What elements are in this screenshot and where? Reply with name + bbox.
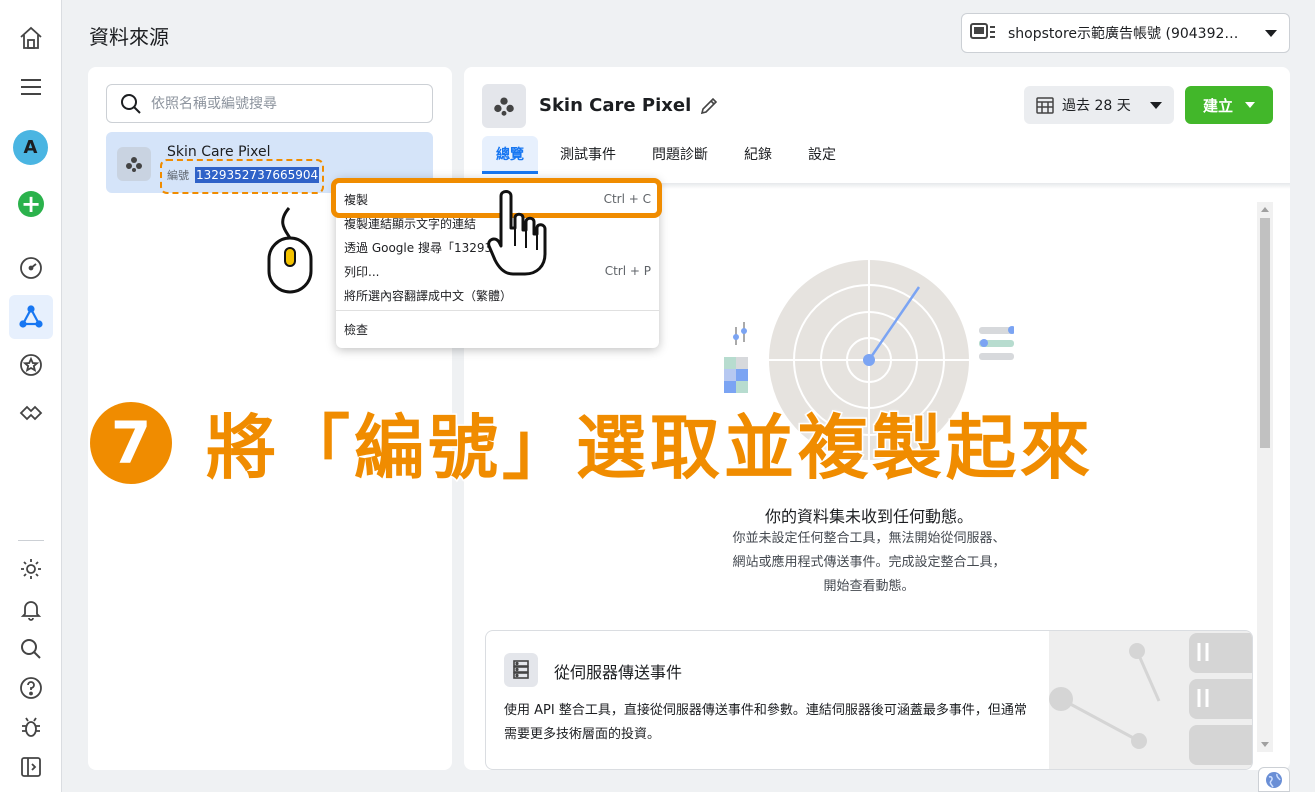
page-title: 資料來源 [89,25,169,49]
tab-history[interactable]: 紀錄 [730,136,786,174]
menu-item-label: 列印... [344,264,380,279]
pixel-name: Skin Care Pixel [167,144,271,160]
scrollbar[interactable] [1257,202,1273,752]
menu-divider [336,310,659,311]
create-label: 建立 [1202,96,1233,115]
pixel-icon [482,84,526,128]
search-box[interactable] [106,84,433,123]
search-icon[interactable] [14,632,48,666]
tab-overview[interactable]: 總覽 [482,136,538,174]
create-button[interactable]: 建立 [1185,86,1273,124]
scrollbar-thumb[interactable] [1260,218,1270,448]
search-icon [121,93,141,114]
instruction-text: 將「編號」選取並複製起來 [205,406,1094,491]
globe-icon[interactable] [1258,767,1290,792]
rail-divider [18,540,44,541]
empty-state-title: 你的資料集未收到任何動態。 [764,507,973,526]
calendar-icon [1036,97,1054,114]
chevron-down-icon [1245,102,1255,108]
menu-icon[interactable] [14,70,48,104]
sidebar-toggle-icon[interactable] [14,750,48,784]
server-icon [504,653,538,687]
left-navigation-rail: A + [0,0,62,792]
scroll-down-arrow[interactable] [1261,742,1269,747]
tab-settings[interactable]: 設定 [794,136,850,174]
server-illustration [1049,631,1252,769]
bell-icon[interactable] [14,592,48,626]
speedometer-icon[interactable] [14,251,48,285]
tab-diagnostics[interactable]: 問題診斷 [638,136,722,174]
avatar[interactable]: A [13,130,48,165]
create-plus-icon[interactable]: + [18,191,44,217]
context-menu-inspect[interactable]: 檢查 [344,318,651,340]
pixel-icon [117,147,151,181]
account-name: shopstore示範廣告帳號 (904392… [1008,26,1239,42]
pixel-id-highlight [160,159,324,194]
ad-account-icon [970,23,995,39]
pixel-title-row: Skin Care Pixel [539,95,719,116]
server-events-card[interactable]: 從伺服器傳送事件 使用 API 整合工具，直接從伺服器傳送事件和參數。連結伺服器… [485,630,1253,770]
date-range-button[interactable]: 過去 28 天 [1024,86,1174,124]
tab-bar: 總覽 測試事件 問題診斷 紀錄 設定 [482,136,858,174]
data-sources-icon[interactable] [9,295,53,339]
scroll-up-arrow[interactable] [1261,207,1269,212]
menu-item-label: 將所選內容翻譯成中文（繁體） [344,288,513,303]
tab-test-events[interactable]: 測試事件 [546,136,630,174]
account-selector[interactable]: shopstore示範廣告帳號 (904392… [961,13,1290,53]
mouse-click-icon [267,207,313,294]
step-number-badge: 7 [90,401,172,484]
context-menu-translate[interactable]: 將所選內容翻譯成中文（繁體） [344,284,651,306]
menu-item-label: 檢查 [344,322,369,337]
gear-icon[interactable] [14,552,48,586]
server-card-title: 從伺服器傳送事件 [554,663,683,682]
server-card-description: 使用 API 整合工具，直接從伺服器傳送事件和參數。連結伺服器後可涵蓋最多事件，… [504,703,1027,742]
empty-state-description: 你並未設定任何整合工具，無法開始從伺服器、網站或應用程式傳送事件。完成設定整合工… [732,531,1006,594]
chevron-down-icon [1150,101,1162,109]
hand-pointer-icon [487,190,547,276]
home-icon[interactable] [14,21,48,55]
date-range-label: 過去 28 天 [1062,98,1131,114]
menu-item-shortcut: Ctrl + P [604,264,651,278]
help-icon[interactable] [14,671,48,705]
search-input[interactable] [151,95,432,112]
instruction-step: 7 將「編號」選取並複製起來 [90,392,1094,493]
pixel-title: Skin Care Pixel [539,95,692,116]
bug-icon[interactable] [14,710,48,744]
handshake-icon[interactable] [14,396,48,430]
star-icon[interactable] [14,348,48,382]
pencil-edit-icon[interactable] [699,96,719,116]
chevron-down-icon [1265,29,1277,37]
